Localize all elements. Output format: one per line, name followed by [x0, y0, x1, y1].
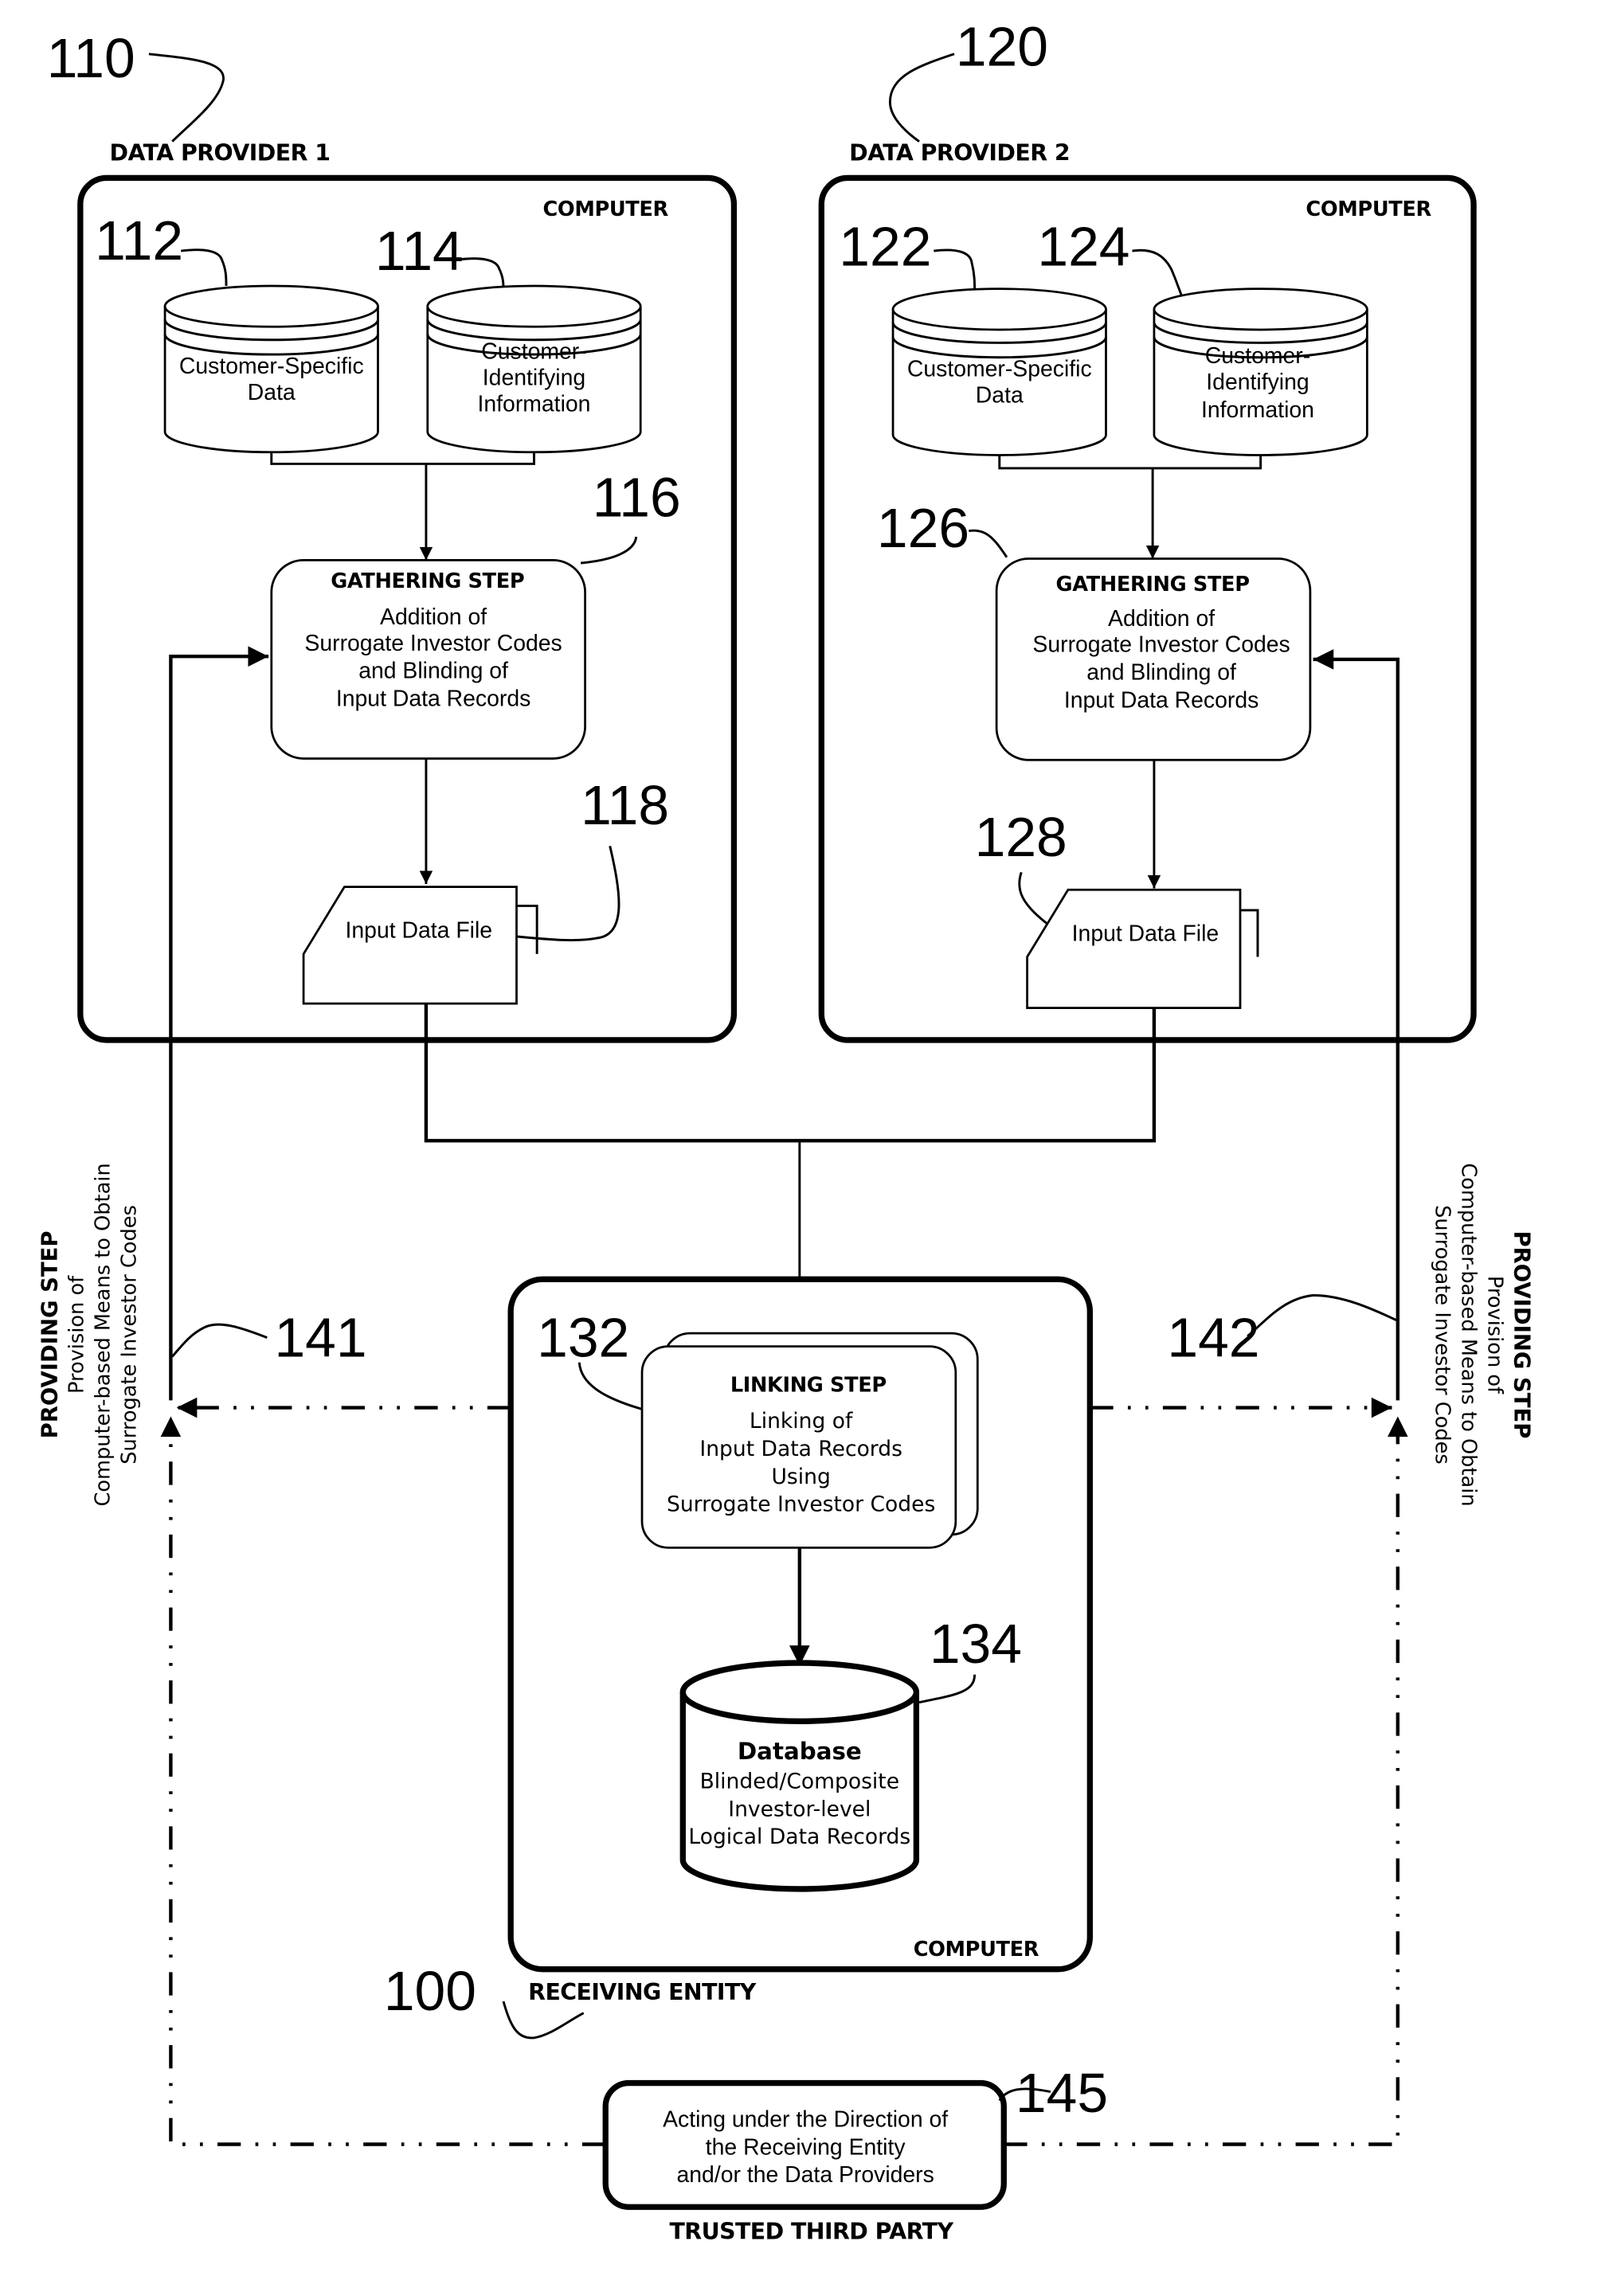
linking-step: LINKING STEP Linking of Input Data Recor…	[640, 1332, 979, 1549]
svg-text:Information: Information	[1201, 397, 1314, 423]
input-data-file-1: Input Data File	[302, 886, 538, 1005]
database-customer-identifying-info-2: Customer- Identifying Information	[1153, 287, 1368, 456]
svg-text:Customer-: Customer-	[1205, 343, 1310, 369]
gathering-step-2: GATHERING STEP Addition of Surrogate Inv…	[995, 557, 1312, 761]
ref-145: 145	[1016, 2062, 1108, 2124]
trusted-third-party-label: TRUSTED THIRD PARTY	[669, 2219, 953, 2245]
svg-text:and/or the Data Providers: and/or the Data Providers	[676, 2162, 934, 2188]
svg-text:Customer-Specific: Customer-Specific	[907, 357, 1092, 382]
svg-text:Customer-: Customer-	[481, 339, 586, 365]
patent-diagram: 110 DATA PROVIDER 1 COMPUTER 112 Custome…	[38, 15, 1534, 2245]
svg-text:Addition of: Addition of	[1108, 606, 1215, 632]
receiving-entity: COMPUTER 132 LINKING STEP Linking of Inp…	[384, 1276, 1093, 2040]
svg-text:the Receiving Entity: the Receiving Entity	[706, 2134, 906, 2160]
data-provider-2: 120 DATA PROVIDER 2 COMPUTER 122 Custome…	[818, 15, 1477, 1043]
svg-text:Information: Information	[478, 392, 591, 417]
svg-text:Logical Data Records: Logical Data Records	[688, 1825, 910, 1849]
providing-step-right-text: PROVIDING STEP Provision of Computer-bas…	[1430, 1163, 1533, 1506]
database-customer-specific-data-1: Customer-Specific Data	[163, 284, 379, 454]
ref-141: 141	[274, 1306, 366, 1368]
svg-text:Surrogate Investor Codes: Surrogate Investor Codes	[667, 1492, 935, 1517]
svg-text:Customer-Specific: Customer-Specific	[179, 354, 364, 379]
svg-text:Database: Database	[738, 1738, 862, 1765]
computer-label-provider-1: COMPUTER	[542, 198, 668, 221]
svg-text:Blinded/Composite: Blinded/Composite	[700, 1770, 899, 1794]
leader-110	[148, 53, 225, 143]
leader-141	[171, 1323, 268, 1358]
svg-text:GATHERING STEP: GATHERING STEP	[331, 569, 524, 593]
providing-step-left-text: PROVIDING STEP Provision of Computer-bas…	[38, 1163, 142, 1506]
computer-label-receiving-entity: COMPUTER	[914, 1938, 1039, 1962]
svg-text:Data: Data	[976, 383, 1024, 409]
receiving-entity-label: RECEIVING ENTITY	[528, 1979, 757, 2005]
svg-text:PROVIDING STEP: PROVIDING STEP	[1509, 1230, 1533, 1438]
database-composite-records: Database Blinded/Composite Investor-leve…	[679, 1660, 920, 1892]
ref-142: 142	[1167, 1306, 1259, 1368]
leader-142	[1247, 1294, 1397, 1337]
svg-text:Addition of: Addition of	[380, 604, 487, 630]
svg-text:Input Data File: Input Data File	[346, 918, 493, 944]
svg-text:Data: Data	[248, 380, 296, 405]
input-data-file-2: Input Data File	[1026, 888, 1259, 1010]
svg-text:and Blinding of: and Blinding of	[358, 659, 508, 684]
ref-122: 122	[839, 215, 931, 277]
leader-120	[888, 53, 955, 143]
svg-text:LINKING STEP: LINKING STEP	[730, 1373, 887, 1397]
ref-126: 126	[877, 497, 969, 559]
svg-text:Surrogate Investor Codes: Surrogate Investor Codes	[1430, 1205, 1454, 1465]
data-provider-2-label: DATA PROVIDER 2	[849, 139, 1070, 166]
svg-text:Input Data File: Input Data File	[1072, 921, 1219, 946]
svg-text:Identifying: Identifying	[1206, 370, 1309, 395]
svg-text:Provision of: Provision of	[65, 1275, 89, 1394]
svg-text:Provision of: Provision of	[1482, 1276, 1506, 1394]
ref-114: 114	[375, 220, 464, 282]
svg-text:Computer-based Means to Obtain: Computer-based Means to Obtain	[91, 1163, 115, 1506]
svg-text:Surrogate Investor Codes: Surrogate Investor Codes	[304, 631, 562, 656]
ref-120: 120	[956, 15, 1048, 77]
gathering-step-1: GATHERING STEP Addition of Surrogate Inv…	[270, 558, 586, 760]
ref-110: 110	[47, 27, 135, 89]
svg-text:GATHERING STEP: GATHERING STEP	[1056, 573, 1250, 596]
svg-text:Input Data Records: Input Data Records	[1064, 687, 1259, 713]
database-customer-specific-data-2: Customer-Specific Data	[891, 287, 1107, 456]
database-customer-identifying-info-1: Customer- Identifying Information	[426, 284, 642, 454]
computer-label-provider-2: COMPUTER	[1306, 198, 1431, 221]
trusted-third-party: Acting under the Direction of the Receiv…	[602, 2062, 1108, 2245]
ref-118: 118	[581, 774, 669, 836]
ref-116: 116	[593, 466, 681, 528]
ref-128: 128	[975, 806, 1067, 868]
svg-text:and Blinding of: and Blinding of	[1086, 660, 1236, 686]
svg-text:PROVIDING STEP: PROVIDING STEP	[38, 1230, 63, 1438]
data-provider-1: 110 DATA PROVIDER 1 COMPUTER 112 Custome…	[47, 27, 738, 1043]
svg-text:Identifying: Identifying	[483, 366, 585, 391]
ref-134: 134	[930, 1613, 1022, 1675]
leader-100	[502, 2001, 585, 2040]
svg-text:Investor-level: Investor-level	[728, 1797, 871, 1821]
ref-112: 112	[95, 209, 183, 272]
svg-text:Input Data Records: Input Data Records	[336, 686, 530, 712]
svg-text:Acting under the Direction of: Acting under the Direction of	[663, 2107, 948, 2133]
data-provider-1-label: DATA PROVIDER 1	[109, 139, 330, 166]
svg-text:Using: Using	[772, 1465, 831, 1489]
ref-132: 132	[537, 1306, 629, 1368]
ref-100: 100	[384, 1960, 476, 2022]
svg-text:Surrogate Investor Codes: Surrogate Investor Codes	[117, 1205, 141, 1465]
ref-124: 124	[1037, 215, 1129, 277]
svg-text:Surrogate Investor Codes: Surrogate Investor Codes	[1032, 632, 1290, 658]
svg-text:Input Data Records: Input Data Records	[699, 1437, 902, 1461]
svg-text:Computer-based Means to Obtain: Computer-based Means to Obtain	[1456, 1163, 1480, 1506]
svg-text:Linking of: Linking of	[750, 1409, 853, 1434]
